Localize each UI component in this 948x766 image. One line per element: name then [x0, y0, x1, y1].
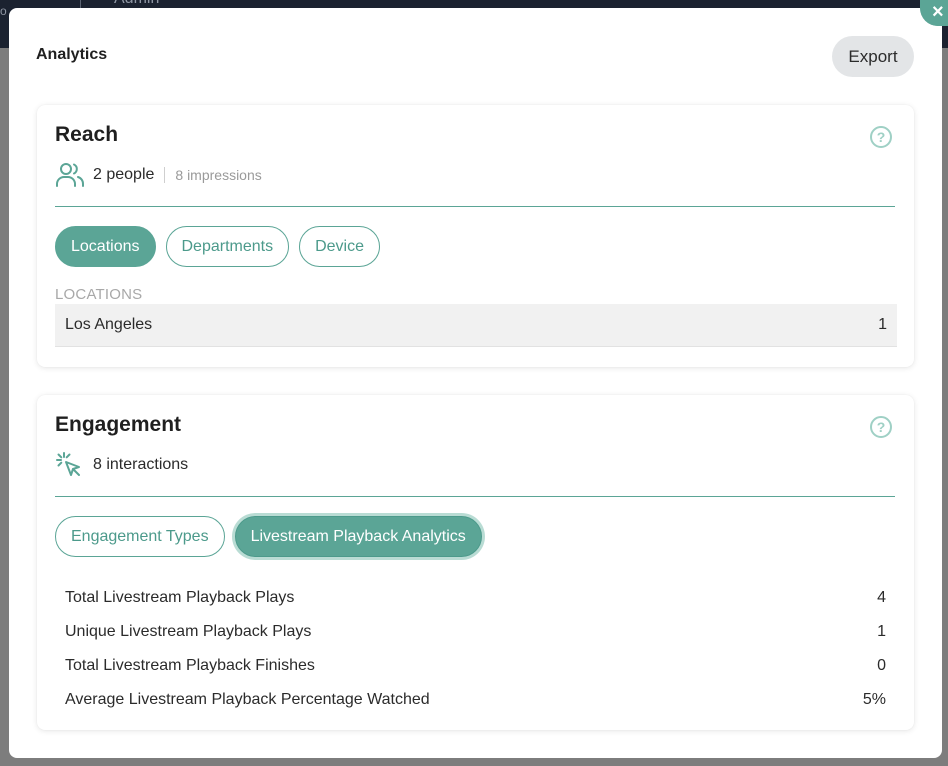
metric-label: Total Livestream Playback Finishes: [65, 657, 315, 674]
reach-stats: 2 people 8 impressions: [55, 160, 262, 190]
engagement-stats: 8 interactions: [55, 450, 188, 480]
metric-label: Total Livestream Playback Plays: [65, 589, 295, 606]
engagement-divider: [55, 496, 895, 497]
metric-value: 4: [877, 589, 886, 606]
analytics-modal: Analytics Export Reach ? 2 people 8 impr…: [9, 8, 942, 758]
engagement-card: Engagement ? 8 interactions Engagement T…: [37, 395, 914, 730]
reach-card: Reach ? 2 people 8 impressions Locations…: [37, 105, 914, 367]
table-row: Los Angeles 1: [55, 304, 897, 347]
reach-help-icon[interactable]: ?: [870, 126, 892, 148]
cursor-click-icon: [55, 451, 85, 479]
reach-people-count: 2 people: [93, 166, 155, 183]
metric-value: 1: [877, 623, 886, 640]
reach-tabs: Locations Departments Device: [55, 226, 380, 267]
background-edge-text: o: [0, 4, 7, 18]
metric-label: Average Livestream Playback Percentage W…: [65, 691, 430, 708]
list-item: Unique Livestream Playback Plays 1: [65, 615, 886, 649]
location-count: 1: [878, 316, 887, 333]
list-item: Total Livestream Playback Plays 4: [65, 581, 886, 615]
livestream-metrics-list: Total Livestream Playback Plays 4 Unique…: [65, 581, 886, 717]
metric-label: Unique Livestream Playback Plays: [65, 623, 312, 640]
engagement-help-icon[interactable]: ?: [870, 416, 892, 438]
engagement-tabs: Engagement Types Livestream Playback Ana…: [55, 516, 482, 557]
export-button[interactable]: Export: [832, 36, 914, 77]
tab-livestream-playback-analytics[interactable]: Livestream Playback Analytics: [234, 516, 482, 557]
locations-header: LOCATIONS: [55, 286, 143, 303]
users-icon: [55, 161, 85, 189]
tab-locations[interactable]: Locations: [55, 226, 156, 267]
tab-engagement-types[interactable]: Engagement Types: [55, 516, 225, 557]
list-item: Average Livestream Playback Percentage W…: [65, 683, 886, 717]
tab-departments[interactable]: Departments: [165, 226, 290, 267]
stat-divider: [164, 167, 166, 183]
reach-impressions-count: 8 impressions: [175, 167, 262, 183]
engagement-title: Engagement: [55, 413, 182, 436]
engagement-interactions-count: 8 interactions: [93, 456, 189, 473]
location-name: Los Angeles: [65, 316, 153, 333]
metric-value: 5%: [862, 691, 886, 708]
modal-title: Analytics: [36, 46, 108, 63]
metric-value: 0: [877, 657, 886, 674]
list-item: Total Livestream Playback Finishes 0: [65, 649, 886, 683]
tab-device[interactable]: Device: [299, 226, 380, 267]
reach-divider: [55, 206, 895, 207]
reach-title: Reach: [55, 123, 119, 146]
background-breadcrumb: Admin: [114, 0, 159, 8]
